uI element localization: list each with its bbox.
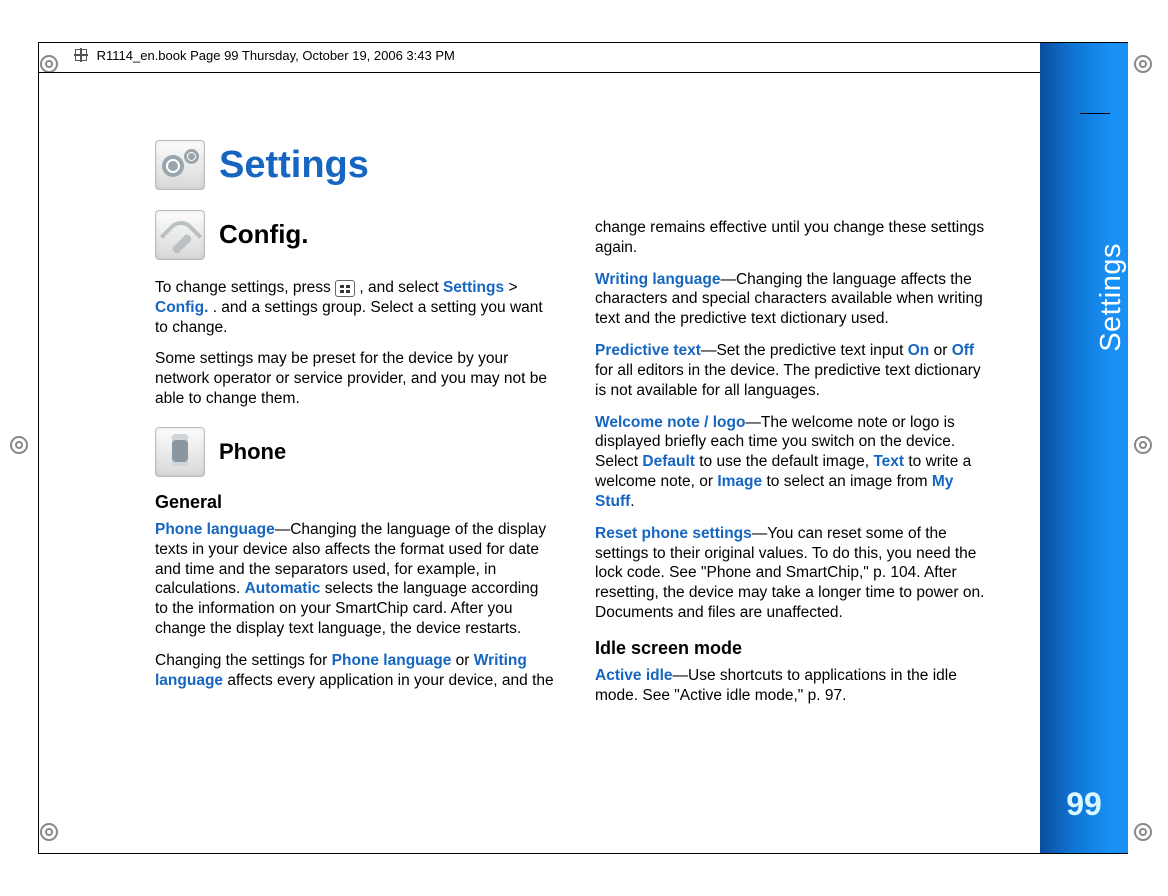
framemaker-icon [75,49,87,61]
on-option: On [908,342,930,359]
config-link: Config. [155,299,208,316]
menu-key-icon [335,280,355,297]
wrench-icon [155,210,205,260]
general-heading: General [155,491,555,514]
document-header: R1114_en.book Page 99 Thursday, October … [75,48,455,63]
right-column: change remains effective until you chang… [595,140,995,806]
content: Settings Config. To change settings, pre… [155,140,995,806]
image-option: Image [717,473,762,490]
writing-language-label: Writing language [595,271,720,288]
left-column: Settings Config. To change settings, pre… [155,140,555,806]
gears-icon [155,140,205,190]
continuation-paragraph: change remains effective until you chang… [595,218,995,258]
automatic-option: Automatic [245,580,321,597]
phone-heading: Phone [155,427,555,477]
phone-language-label: Phone language [155,521,275,538]
writing-language-paragraph: Writing language—Changing the language a… [595,270,995,329]
active-idle-label: Active idle [595,667,673,684]
crop-mark-icon [1134,55,1152,73]
phone-heading-text: Phone [219,438,286,466]
config-heading: Config. [155,210,555,260]
page-number: 99 [1040,786,1128,823]
side-tab-label: Settings [1095,243,1128,352]
intro-paragraph-2: Some settings may be preset for the devi… [155,349,555,408]
phone-icon [155,427,205,477]
predictive-text-paragraph: Predictive text—Set the predictive text … [595,341,995,400]
changing-settings-paragraph: Changing the settings for Phone language… [155,651,555,691]
off-option: Off [952,342,974,359]
text-option: Text [873,453,904,470]
title-text: Settings [219,141,369,190]
crop-mark-icon [1134,436,1152,454]
default-option: Default [642,453,695,470]
header-text: R1114_en.book Page 99 Thursday, October … [97,48,455,63]
welcome-note-paragraph: Welcome note / logo—The welcome note or … [595,413,995,512]
reset-phone-label: Reset phone settings [595,525,752,542]
predictive-text-label: Predictive text [595,342,701,359]
crop-mark-icon [40,55,58,73]
crop-mark-icon [10,436,28,454]
idle-screen-heading: Idle screen mode [595,637,995,660]
welcome-note-label: Welcome note / logo [595,414,745,431]
side-tab: Settings 99 [1040,43,1128,853]
phone-language-label-2: Phone language [332,652,452,669]
horizontal-rule [39,72,1040,73]
crop-mark-icon [40,823,58,841]
intro-paragraph-1: To change settings, press , and select S… [155,278,555,337]
active-idle-paragraph: Active idle—Use shortcuts to application… [595,666,995,706]
reset-phone-paragraph: Reset phone settings—You can reset some … [595,524,995,623]
crop-mark-icon [1134,823,1152,841]
settings-link: Settings [443,279,504,296]
page-title: Settings [155,140,555,190]
phone-language-paragraph: Phone language—Changing the language of … [155,520,555,639]
config-heading-text: Config. [219,218,309,251]
